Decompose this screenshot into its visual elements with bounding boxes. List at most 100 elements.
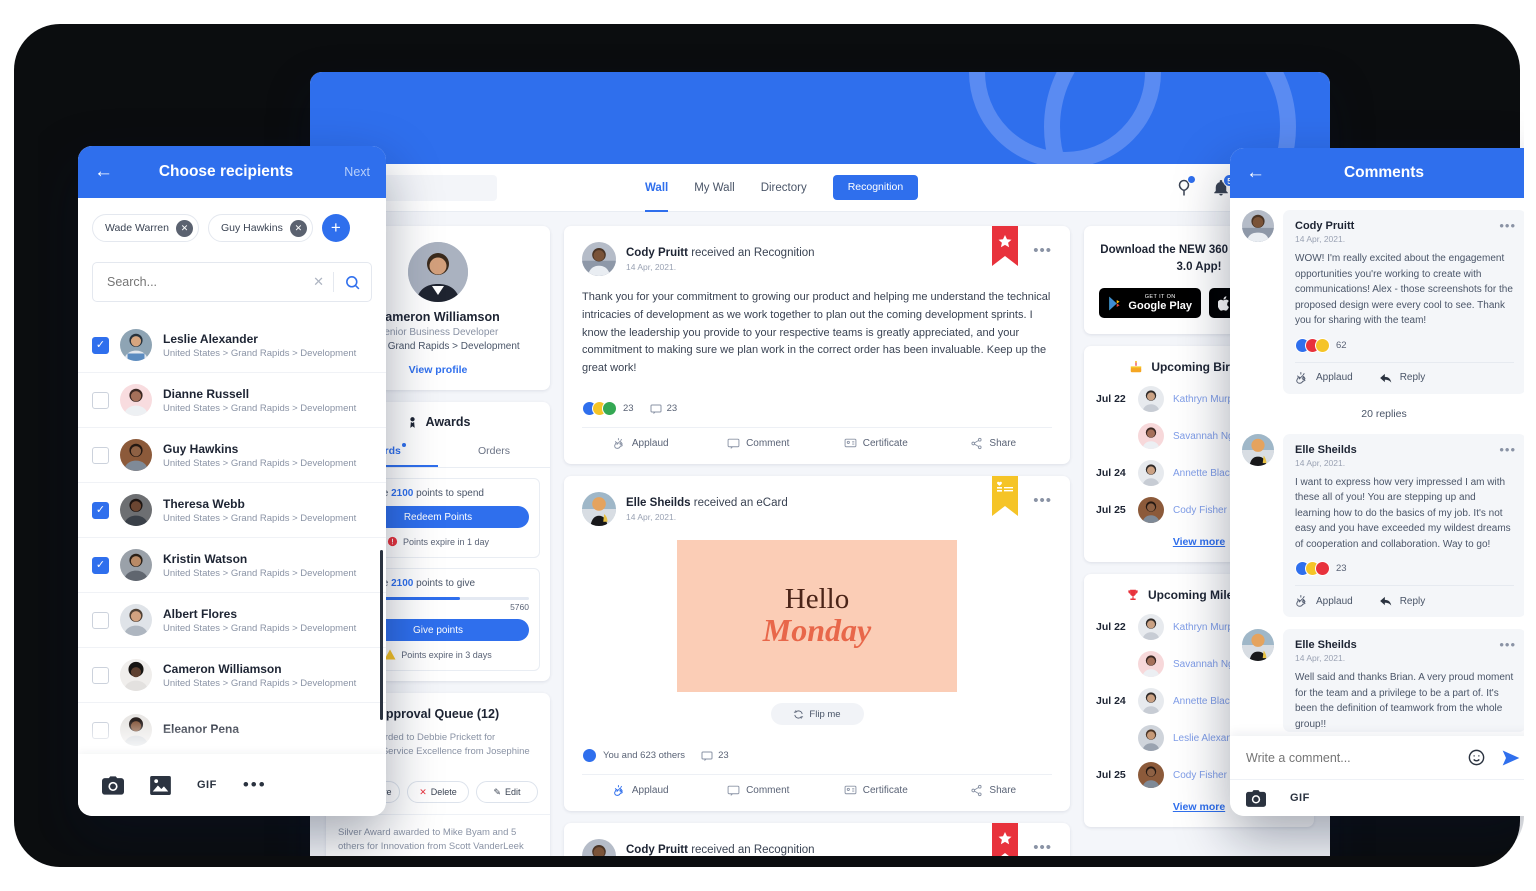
emoji-icon[interactable] — [1467, 748, 1486, 767]
flip-me-button[interactable]: Flip me — [770, 703, 864, 726]
tab-recognition[interactable]: Recognition — [832, 175, 919, 200]
recipient-checkbox[interactable] — [92, 446, 109, 464]
yellow-card-ribbon — [992, 476, 1018, 517]
list-fade-overlay — [78, 721, 386, 755]
birthday-date: Jul 22 — [1096, 393, 1126, 406]
certificate-button[interactable]: Certificate — [817, 437, 935, 450]
milestone-avatar[interactable] — [1138, 725, 1164, 752]
comments-header: ← Comments — [1230, 148, 1524, 198]
birthday-avatar[interactable] — [1138, 386, 1164, 413]
comment-button[interactable]: Comment — [700, 784, 818, 797]
recipient-checkbox[interactable] — [92, 501, 109, 519]
recipient-checkbox[interactable] — [92, 391, 109, 409]
awards-tab-orders[interactable]: Orders — [438, 439, 550, 467]
google-play-badge[interactable]: GET IT ON Google Play — [1099, 288, 1201, 319]
next-button[interactable]: Next — [336, 165, 370, 179]
remove-chip-icon[interactable]: ✕ — [289, 219, 307, 237]
applaud-button[interactable]: Applaud — [1295, 594, 1353, 608]
post-more-icon[interactable]: ••• — [1033, 839, 1052, 856]
comments-list[interactable]: ••• Cody Pruitt 14 Apr, 2021. WOW! I'm r… — [1230, 198, 1524, 755]
delete-button[interactable]: ✕ Delete — [407, 781, 469, 804]
tab-my-wall[interactable]: My Wall — [694, 164, 734, 212]
send-icon[interactable] — [1500, 748, 1522, 768]
tab-wall[interactable]: Wall — [645, 164, 669, 212]
bell-icon[interactable]: 5 — [1212, 173, 1236, 197]
comment-more-icon[interactable]: ••• — [1499, 637, 1516, 652]
list-item[interactable]: Cameron Williamson United States > Grand… — [78, 648, 386, 703]
comment-item: ••• Cody Pruitt 14 Apr, 2021. WOW! I'm r… — [1242, 210, 1524, 394]
birthday-name[interactable]: Cody Fisher — [1173, 505, 1227, 516]
milestone-avatar[interactable] — [1138, 651, 1164, 678]
comment-input[interactable] — [1246, 750, 1467, 765]
list-item[interactable]: Theresa Webb United States > Grand Rapid… — [78, 483, 386, 538]
recipient-chip[interactable]: Wade Warren ✕ — [92, 214, 199, 242]
reaction-stack[interactable] — [582, 401, 617, 417]
search-input[interactable] — [107, 275, 305, 289]
birthday-name[interactable]: Annette Black — [1173, 468, 1235, 479]
reaction-stack[interactable] — [582, 748, 597, 764]
comment-reactions[interactable]: 23 — [1295, 552, 1514, 585]
comment-more-icon[interactable]: ••• — [1499, 218, 1516, 233]
comment-avatar[interactable] — [1242, 433, 1274, 466]
milestone-date: Jul 25 — [1096, 769, 1126, 782]
birthday-avatar[interactable] — [1138, 460, 1164, 487]
list-item[interactable]: Kristin Watson United States > Grand Rap… — [78, 538, 386, 593]
list-item[interactable]: Dianne Russell United States > Grand Rap… — [78, 373, 386, 428]
share-button[interactable]: Share — [935, 784, 1053, 797]
recipient-checkbox[interactable] — [92, 556, 109, 574]
comment-count-group[interactable]: 23 — [650, 403, 678, 415]
replies-count[interactable]: 20 replies — [1242, 406, 1524, 434]
recipient-checkbox[interactable] — [92, 336, 109, 354]
comment-bubble: ••• Elle Sheilds 14 Apr, 2021. I want to… — [1283, 433, 1524, 617]
recipient-name: Leslie Alexander — [163, 331, 258, 346]
reply-button[interactable]: Reply — [1379, 594, 1425, 608]
milestone-avatar[interactable] — [1138, 614, 1164, 641]
comment-count-group[interactable]: 23 — [701, 750, 729, 762]
more-icon[interactable]: ••• — [243, 775, 267, 795]
comment-avatar[interactable] — [1242, 210, 1274, 242]
recipient-checkbox[interactable] — [92, 666, 109, 684]
post-author-avatar[interactable] — [582, 492, 616, 527]
edit-button[interactable]: ✎ Edit — [476, 781, 538, 804]
camera-icon[interactable] — [1246, 789, 1266, 807]
comment-more-icon[interactable]: ••• — [1499, 442, 1516, 457]
plus-icon[interactable]: + — [321, 214, 350, 242]
recipient-checkbox[interactable] — [92, 611, 109, 629]
camera-icon[interactable] — [102, 775, 124, 795]
birthday-avatar[interactable] — [1138, 423, 1164, 450]
post-author-avatar[interactable] — [582, 242, 616, 276]
comment-button[interactable]: Comment — [700, 437, 818, 450]
gif-icon[interactable]: GIF — [1290, 792, 1310, 804]
arrow-left-icon[interactable]: ← — [1246, 162, 1268, 184]
comment-avatar[interactable] — [1242, 629, 1274, 661]
recipients-scrollbar[interactable] — [380, 550, 383, 720]
arrow-left-icon[interactable]: ← — [94, 161, 116, 183]
recipient-chip[interactable]: Guy Hawkins ✕ — [208, 214, 313, 242]
clear-search-icon[interactable]: ✕ — [304, 274, 333, 290]
comment-count: 23 — [666, 403, 678, 415]
applaud-button[interactable]: Applaud — [582, 437, 700, 450]
list-item[interactable]: Guy Hawkins United States > Grand Rapids… — [78, 428, 386, 483]
recipients-list[interactable]: Leslie Alexander United States > Grand R… — [78, 318, 386, 755]
post-author-avatar[interactable] — [582, 839, 616, 856]
image-icon[interactable] — [150, 775, 171, 795]
milestone-avatar[interactable] — [1138, 688, 1164, 715]
tab-directory[interactable]: Directory — [761, 164, 807, 212]
post-author-name: Elle Sheilds — [626, 496, 691, 509]
post-more-icon[interactable]: ••• — [1033, 492, 1052, 509]
applaud-button[interactable]: Applaud — [1295, 371, 1353, 385]
list-item[interactable]: Albert Flores United States > Grand Rapi… — [78, 593, 386, 648]
comment-reactions[interactable]: 62 — [1295, 329, 1514, 362]
search-icon[interactable] — [334, 274, 361, 291]
post-more-icon[interactable]: ••• — [1033, 242, 1052, 259]
share-button[interactable]: Share — [935, 437, 1053, 450]
milestone-avatar[interactable] — [1138, 762, 1164, 789]
certificate-button[interactable]: Certificate — [817, 784, 935, 797]
remove-chip-icon[interactable]: ✕ — [176, 219, 193, 237]
birthday-avatar[interactable] — [1138, 497, 1164, 524]
balloon-icon[interactable] — [1175, 174, 1196, 197]
applaud-button[interactable]: Applaud — [582, 784, 700, 797]
list-item[interactable]: Leslie Alexander United States > Grand R… — [78, 318, 386, 373]
gif-icon[interactable]: GIF — [197, 779, 217, 791]
reply-button[interactable]: Reply — [1379, 371, 1425, 385]
